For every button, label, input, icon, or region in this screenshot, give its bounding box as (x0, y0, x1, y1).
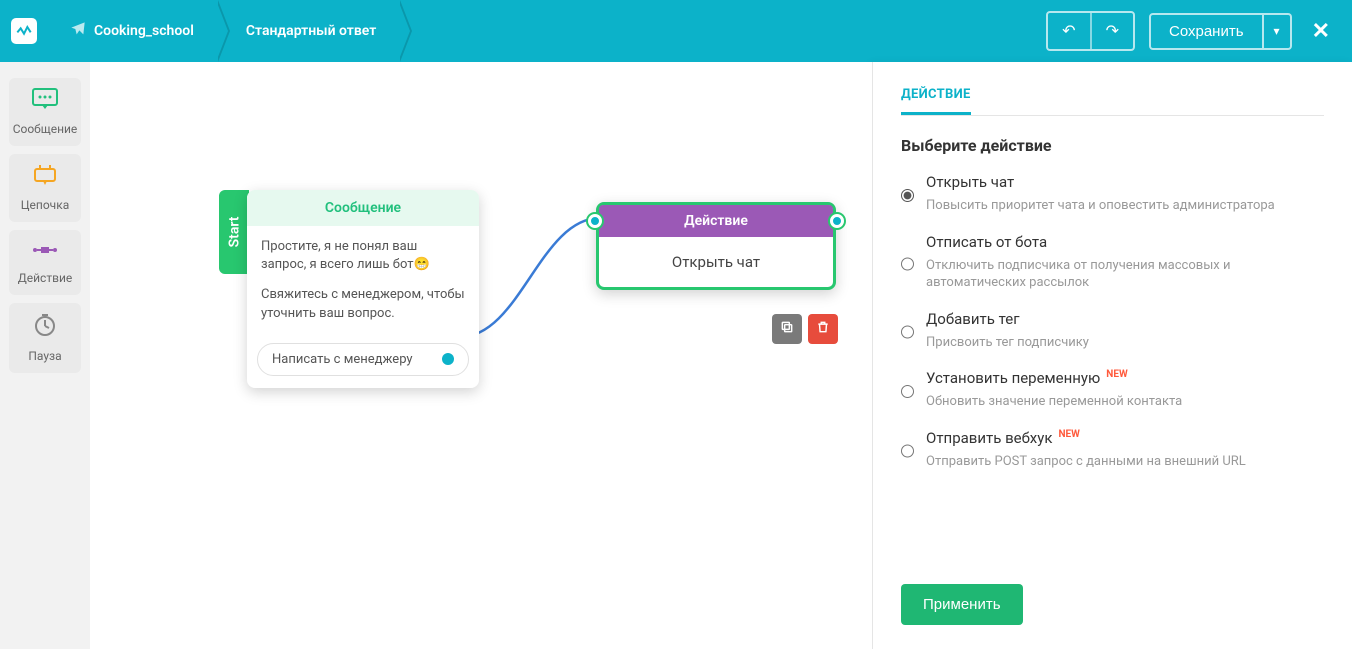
connector-out-icon[interactable] (830, 214, 844, 228)
save-group: Сохранить ▾ (1149, 13, 1292, 50)
message-node-header: Сообщение (247, 190, 479, 226)
rail-action[interactable]: Действие (9, 230, 81, 295)
telegram-icon (70, 21, 86, 41)
action-radio-list: Открыть чат Повысить приоритет чата и опо… (901, 173, 1324, 470)
pause-icon (34, 313, 56, 343)
action-title: Отправить вебхукNEW (926, 429, 1246, 447)
connector-dot-icon[interactable] (442, 353, 454, 365)
message-text-2: Свяжитесь с менеджером, чтобы уточнить в… (261, 286, 465, 322)
action-node-header: Действие (599, 205, 833, 237)
rail-action-label: Действие (18, 271, 73, 285)
action-option-set_var[interactable]: Установить переменнуюNEW Обновить значени… (901, 369, 1324, 411)
action-title: Отписать от бота (926, 233, 1324, 251)
duplicate-button[interactable] (772, 314, 802, 344)
action-option-add_tag[interactable]: Добавить тег Присвоить тег подписчику (901, 310, 1324, 352)
rail-pause[interactable]: Пауза (9, 303, 81, 373)
node-tools (772, 314, 838, 344)
breadcrumb-page[interactable]: Стандартный ответ (216, 0, 398, 62)
save-button[interactable]: Сохранить (1149, 13, 1264, 50)
apply-button[interactable]: Применить (901, 584, 1023, 625)
start-label: Start (226, 217, 242, 248)
new-badge: NEW (1106, 369, 1127, 380)
logo[interactable] (0, 0, 48, 62)
action-icon (31, 240, 59, 265)
save-dropdown-button[interactable]: ▾ (1264, 13, 1292, 50)
action-title: Открыть чат (926, 173, 1275, 191)
action-title: Установить переменнуюNEW (926, 369, 1182, 387)
new-badge: NEW (1058, 429, 1079, 440)
action-radio-set_var[interactable] (901, 372, 914, 411)
action-title: Добавить тег (926, 310, 1089, 328)
action-desc: Отключить подписчика от получения массов… (926, 257, 1324, 292)
breadcrumb-page-label: Стандартный ответ (246, 23, 376, 39)
action-node-header-label: Действие (684, 213, 748, 229)
message-node[interactable]: Сообщение Простите, я не понял ваш запро… (247, 190, 479, 388)
undo-button[interactable]: ↶ (1048, 13, 1089, 49)
action-option-open_chat[interactable]: Открыть чат Повысить приоритет чата и опо… (901, 173, 1324, 215)
trash-icon (816, 320, 830, 338)
breadcrumb-bot-label: Cooking_school (94, 23, 194, 39)
copy-icon (780, 320, 794, 338)
canvas[interactable]: Start Сообщение Простите, я не понял ваш… (90, 62, 872, 649)
rail-chain[interactable]: Цепочка (9, 154, 81, 222)
connector-in-icon[interactable] (588, 214, 602, 228)
close-button[interactable]: ✕ (1306, 14, 1336, 48)
breadcrumb-bot[interactable]: Cooking_school (48, 0, 216, 62)
action-radio-add_tag[interactable] (901, 313, 914, 352)
message-text-1: Простите, я не понял ваш запрос, я всего… (261, 238, 465, 274)
panel-heading: Выберите действие (901, 136, 1324, 155)
action-radio-unsubscribe[interactable] (901, 236, 914, 292)
action-node[interactable]: Действие Открыть чат (596, 202, 836, 290)
panel-tab-action[interactable]: ДЕЙСТВИЕ (901, 87, 971, 115)
side-panel: ДЕЙСТВИЕ Выберите действие Открыть чат По… (872, 62, 1352, 649)
action-radio-open_chat[interactable] (901, 176, 914, 215)
logo-icon (11, 18, 37, 44)
action-option-unsubscribe[interactable]: Отписать от бота Отключить подписчика от … (901, 233, 1324, 292)
message-icon (32, 88, 58, 116)
action-option-webhook[interactable]: Отправить вебхукNEW Отправить POST запрос… (901, 429, 1324, 471)
quick-reply-label: Написать с менеджеру (272, 352, 413, 367)
action-desc: Присвоить тег подписчику (926, 334, 1089, 352)
action-desc: Повысить приоритет чата и оповестить адм… (926, 197, 1275, 215)
top-bar: Cooking_school Стандартный ответ ↶ ↷ Сох… (0, 0, 1352, 62)
action-radio-webhook[interactable] (901, 432, 914, 471)
action-node-body: Открыть чат (599, 237, 833, 287)
redo-button[interactable]: ↷ (1090, 13, 1133, 49)
connector-wire (460, 212, 610, 342)
action-desc: Отправить POST запрос с данными на внешн… (926, 453, 1246, 471)
chain-icon (32, 164, 58, 192)
action-desc: Обновить значение переменной контакта (926, 393, 1182, 411)
rail-message[interactable]: Сообщение (9, 78, 81, 146)
message-quick-reply[interactable]: Написать с менеджеру (257, 343, 469, 376)
rail-chain-label: Цепочка (21, 198, 69, 212)
start-node[interactable]: Start (219, 190, 249, 274)
delete-button[interactable] (808, 314, 838, 344)
rail-message-label: Сообщение (13, 122, 78, 136)
history-group: ↶ ↷ (1046, 11, 1135, 51)
tool-rail: Сообщение Цепочка Действие Пауза (0, 62, 90, 649)
rail-pause-label: Пауза (28, 349, 61, 363)
top-actions: ↶ ↷ Сохранить ▾ ✕ (1046, 11, 1336, 51)
